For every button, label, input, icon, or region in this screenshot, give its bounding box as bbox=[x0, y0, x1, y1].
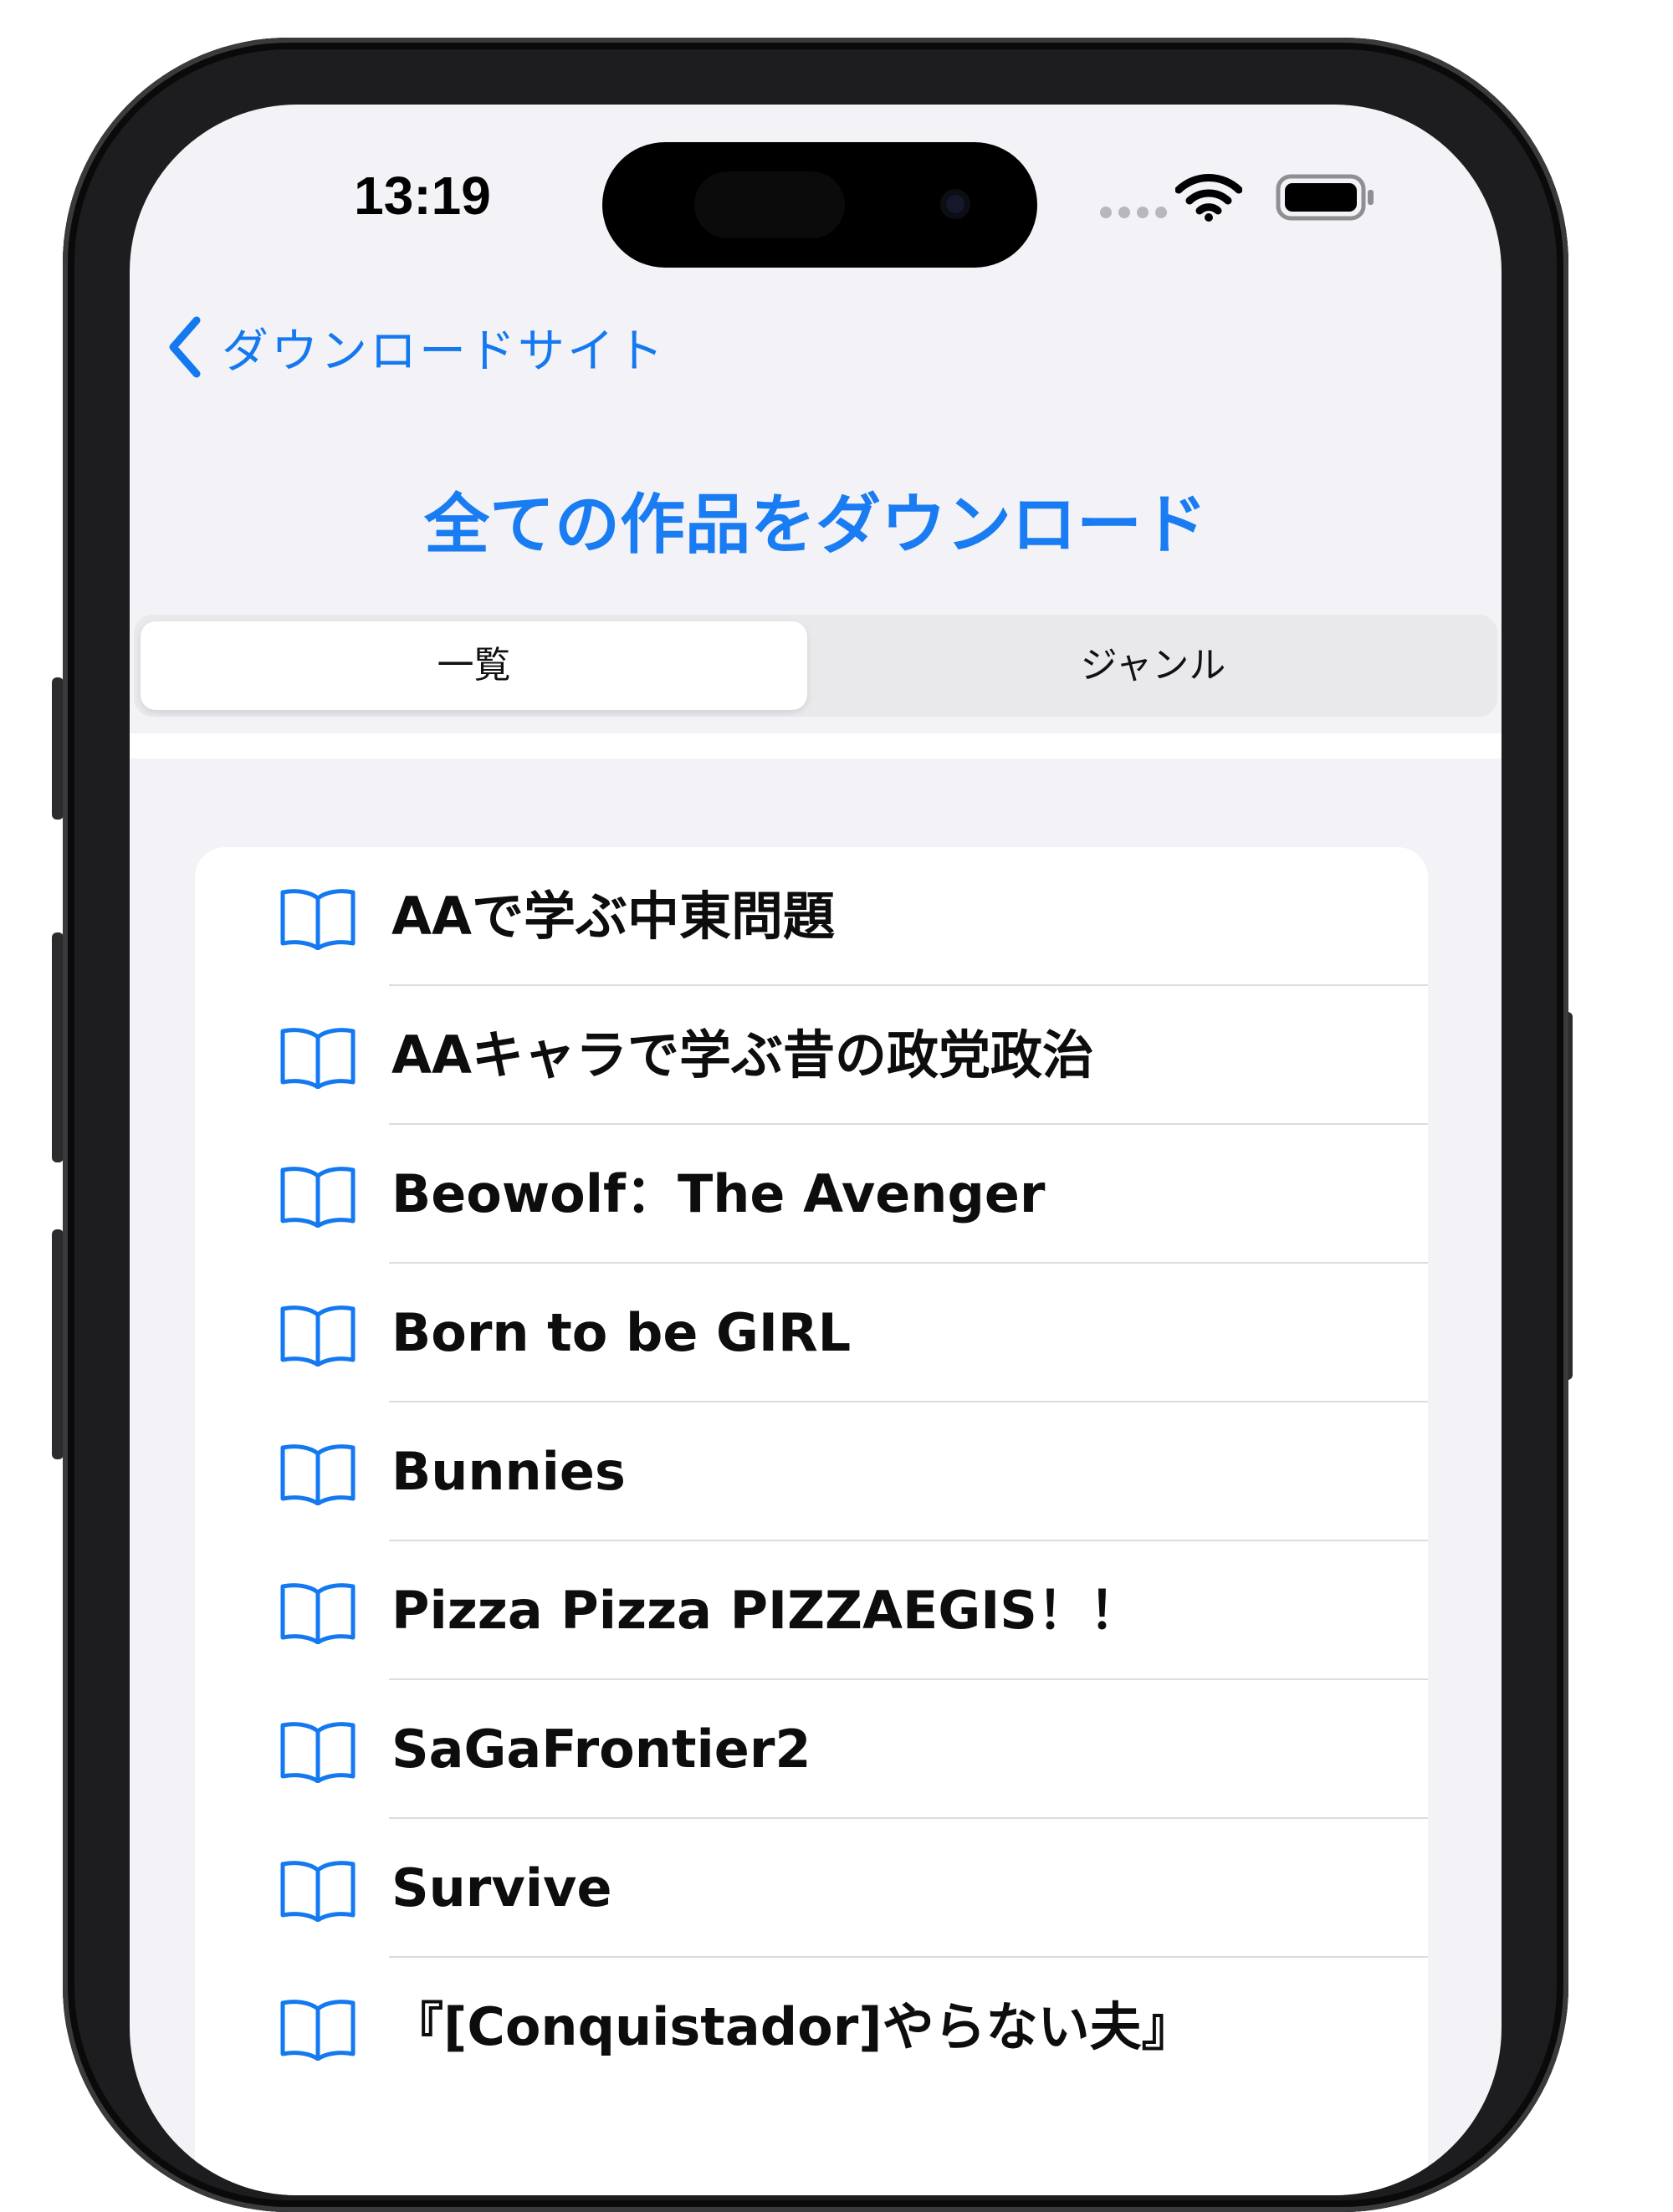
phone-screen: 13:19 ダウンロードサイト 全ての作品をダウンロード 一覧 ジャンル AAで… bbox=[130, 105, 1502, 2195]
list-item-title: SaGaFrontier2 bbox=[391, 1719, 811, 1780]
book-icon bbox=[280, 1305, 356, 1367]
dynamic-island bbox=[602, 142, 1037, 268]
list-item-title: AAキャラで学ぶ昔の政党政治 bbox=[391, 1024, 1094, 1086]
list-item[interactable]: Born to be GIRL bbox=[195, 1264, 1428, 1402]
list-item[interactable]: SaGaFrontier2 bbox=[195, 1680, 1428, 1819]
list-item-title: Born to be GIRL bbox=[391, 1302, 852, 1363]
island-sensor bbox=[694, 171, 845, 238]
segment-list[interactable]: 一覧 bbox=[141, 621, 807, 710]
chevron-left-icon bbox=[169, 316, 201, 378]
list-item[interactable]: Survive bbox=[195, 1819, 1428, 1958]
book-icon bbox=[280, 1444, 356, 1505]
back-button[interactable]: ダウンロードサイト bbox=[163, 314, 666, 381]
book-icon bbox=[280, 1028, 356, 1089]
book-icon bbox=[280, 1722, 356, 1783]
wifi-icon bbox=[1175, 174, 1242, 222]
volume-up-button bbox=[52, 932, 64, 1162]
book-icon bbox=[280, 1583, 356, 1644]
list-item[interactable]: AAで学ぶ中東問題 bbox=[195, 847, 1428, 986]
back-button-label: ダウンロードサイト bbox=[222, 324, 666, 379]
action-button bbox=[52, 677, 64, 820]
book-icon bbox=[280, 1167, 356, 1228]
page-title: 全ての作品をダウンロード bbox=[423, 488, 1207, 563]
list-item[interactable]: Bunnies bbox=[195, 1402, 1428, 1541]
status-time: 13:19 bbox=[354, 166, 491, 226]
list-item-title: AAで学ぶ中東問題 bbox=[391, 886, 835, 947]
list-item[interactable]: Beowolf：The Avenger bbox=[195, 1125, 1428, 1264]
segment-genre[interactable]: ジャンル bbox=[816, 621, 1491, 710]
list-item[interactable]: Pizza Pizza PIZZAEGIS！！ bbox=[195, 1541, 1428, 1680]
cellular-signal-icon bbox=[1100, 207, 1167, 218]
list-item-title: Survive bbox=[391, 1857, 612, 1918]
front-camera bbox=[940, 189, 970, 219]
header-divider-band bbox=[130, 733, 1502, 759]
book-icon bbox=[280, 889, 356, 950]
book-icon bbox=[280, 2000, 356, 2061]
list-item[interactable]: 『[Conquistador]やらない夫』 bbox=[195, 1958, 1428, 2097]
list-item-title: 『[Conquistador]やらない夫』 bbox=[391, 1996, 1194, 2057]
works-list: AAで学ぶ中東問題 AAキャラで学ぶ昔の政党政治 Beowolf：The Ave… bbox=[195, 847, 1428, 2195]
volume-down-button bbox=[52, 1229, 64, 1459]
battery-icon bbox=[1276, 174, 1374, 221]
list-item-title: Pizza Pizza PIZZAEGIS！！ bbox=[391, 1580, 1141, 1641]
list-item-title: Bunnies bbox=[391, 1441, 626, 1502]
list-item-title: Beowolf：The Avenger bbox=[391, 1163, 1046, 1224]
book-icon bbox=[280, 1861, 356, 1922]
segmented-control: 一覧 ジャンル bbox=[134, 615, 1497, 717]
list-item[interactable]: AAキャラで学ぶ昔の政党政治 bbox=[195, 986, 1428, 1125]
